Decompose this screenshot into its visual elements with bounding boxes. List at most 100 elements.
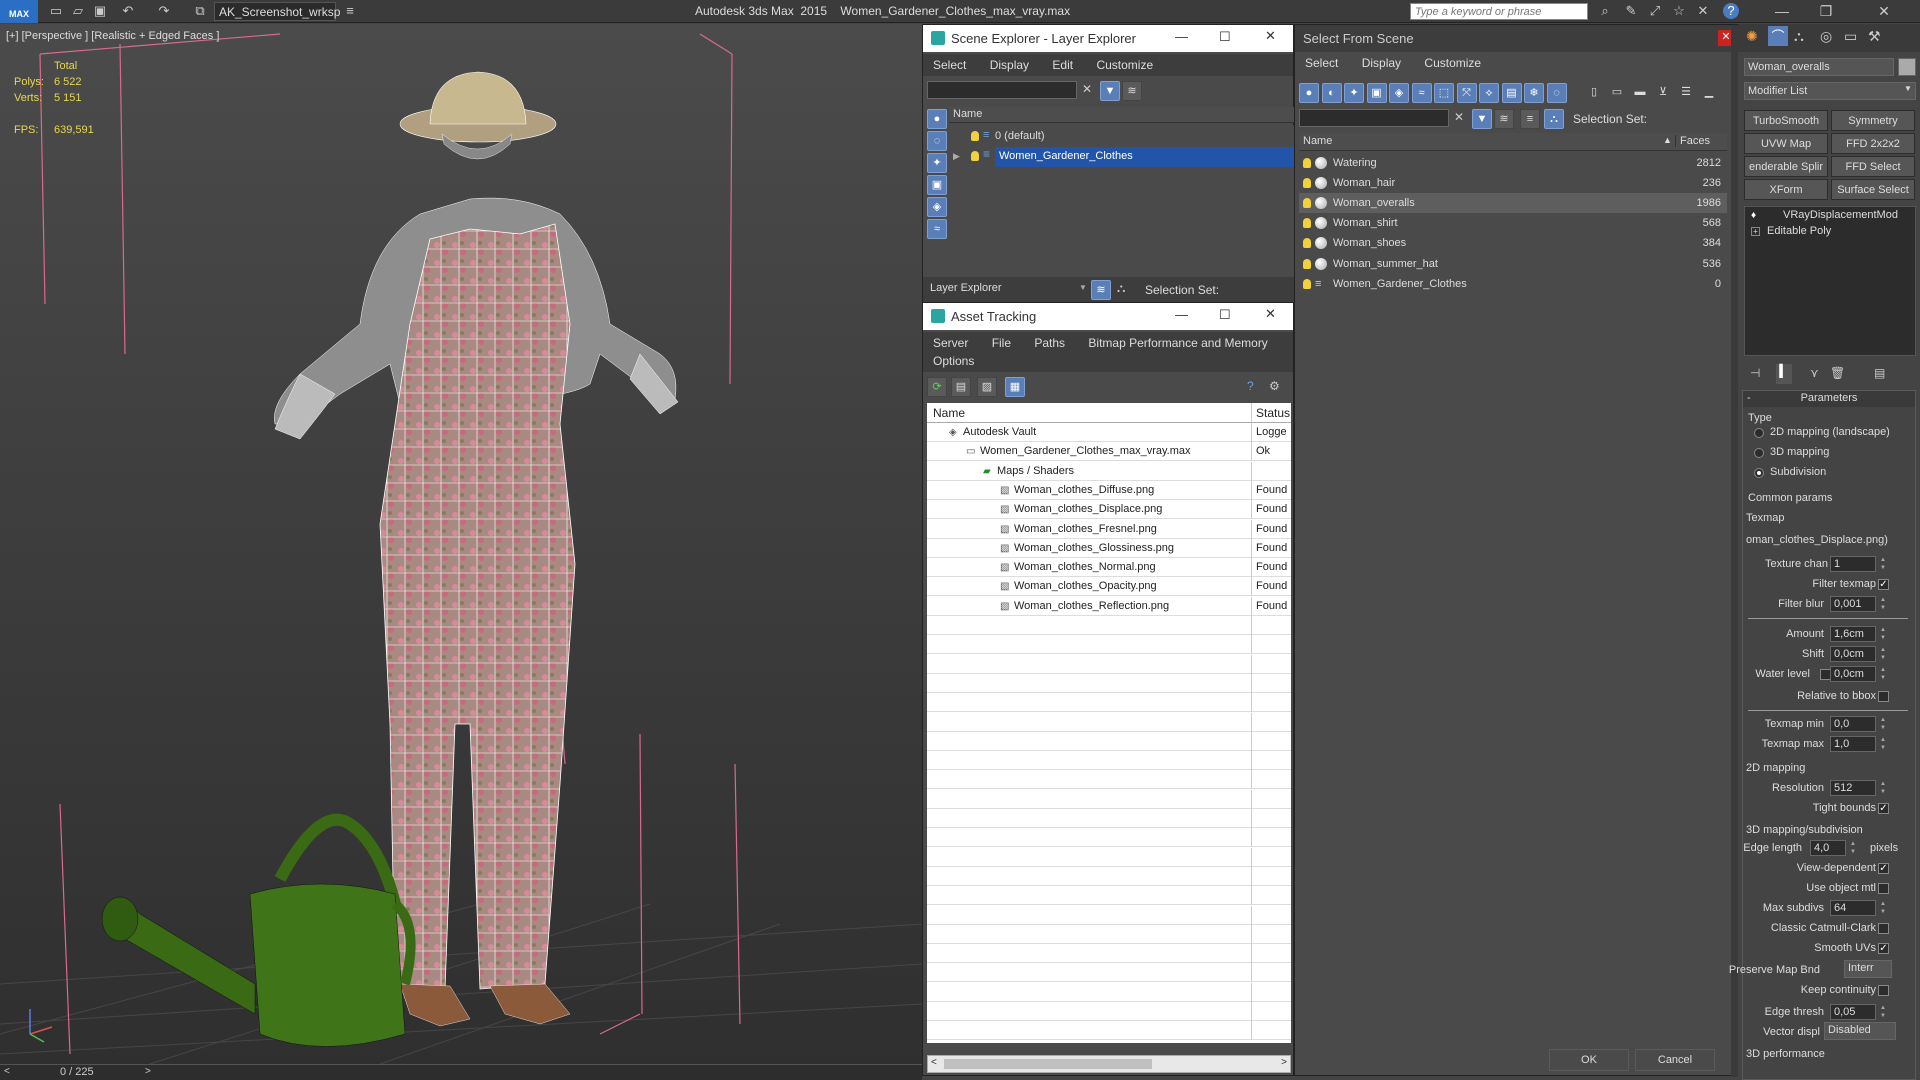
scene-object-row[interactable]: Woman_summer_hat 536 (1299, 254, 1727, 274)
object-name-field[interactable]: Woman_overalls (1744, 58, 1894, 76)
display-helpers-icon[interactable]: ◈ (927, 197, 947, 217)
scene-explorer-header[interactable]: Name (949, 107, 1294, 123)
invert-display-icon[interactable]: ▬ (1630, 83, 1650, 103)
scene-object-row[interactable]: Woman_hair 236 (1299, 173, 1727, 193)
menu-file[interactable]: File (982, 332, 1021, 354)
menu-customize[interactable]: Customize (1414, 52, 1491, 74)
app-logo[interactable]: MAX (0, 0, 38, 23)
light-bulb-icon[interactable] (1303, 258, 1311, 269)
menu-select[interactable]: Select (1295, 52, 1348, 74)
asset-col-name[interactable]: Name (927, 403, 1252, 423)
surface-select-button[interactable]: Surface Select (1831, 179, 1915, 200)
symmetry-button[interactable]: Symmetry (1831, 110, 1915, 131)
spinner-icon[interactable]: ▲ ▼ (1880, 900, 1888, 916)
spinner-icon[interactable]: ▲ ▼ (1880, 626, 1888, 642)
timeline-prev-icon[interactable]: < (4, 1066, 10, 1077)
menu-customize[interactable]: Customize (1086, 54, 1163, 76)
layer-options-icon[interactable]: ≋ (1122, 81, 1142, 101)
vector-displ-dropdown[interactable]: Disabled (1824, 1022, 1896, 1040)
pin-stack-icon[interactable]: ⊣ (1750, 366, 1760, 380)
close-icon[interactable]: ✕ (1265, 28, 1276, 44)
modify-tab-icon[interactable]: ⌒ (1768, 26, 1788, 46)
stack-item-vray-displacement[interactable]: ♦ VRayDisplacementMod (1745, 209, 1915, 225)
close-button[interactable]: ✕ (1848, 0, 1920, 23)
layer-row-women-gardener[interactable]: Women_Gardener_Clothes (995, 147, 1294, 167)
minimize-button[interactable]: — (1760, 0, 1804, 23)
spinner-icon[interactable]: ▲ ▼ (1880, 1004, 1888, 1020)
asset-row[interactable]: ▧ Woman_clothes_Reflection.png Found (927, 596, 1291, 616)
classic-cc-checkbox[interactable] (1878, 923, 1889, 934)
edge-length-field[interactable]: 4,0 (1810, 840, 1846, 856)
spinner-icon[interactable]: ▲ ▼ (1880, 556, 1888, 572)
new-file-icon[interactable]: ▭ (48, 3, 64, 19)
display-tab-icon[interactable]: ▭ (1844, 28, 1857, 45)
preserve-map-dropdown[interactable]: Interr (1844, 960, 1892, 978)
display-geometry-icon[interactable]: ● (1299, 83, 1319, 103)
display-containers-icon[interactable]: ▤ (1501, 83, 1522, 103)
display-spacewarps-icon[interactable]: ≈ (1411, 83, 1432, 103)
asset-row[interactable]: ▧ Woman_clothes_Glossiness.png Found (927, 538, 1291, 558)
connect-icon[interactable]: ⤢ (1647, 3, 1663, 19)
menu-paths[interactable]: Paths (1024, 332, 1075, 354)
display-all-icon[interactable]: ▯ (1584, 83, 1604, 103)
col-name[interactable]: Name (1303, 135, 1332, 147)
asset-row[interactable]: ▧ Woman_clothes_Displace.png Found (927, 500, 1291, 520)
viewport-label[interactable]: [+] [Perspective ] [Realistic + Edged Fa… (6, 30, 219, 42)
type-subdivision-radio[interactable] (1754, 468, 1764, 478)
hierarchy-icon[interactable]: ⛬ (1544, 109, 1564, 129)
display-spacewarps-icon[interactable]: ≈ (927, 219, 947, 239)
display-cameras-icon[interactable]: ▣ (927, 175, 947, 195)
display-hidden-icon[interactable]: ◌ (1546, 83, 1567, 103)
motion-tab-icon[interactable]: ◎ (1820, 28, 1832, 45)
remove-modifier-icon[interactable]: 🗑 (1830, 366, 1845, 380)
shift-field[interactable]: 0,0cm (1830, 646, 1876, 662)
cancel-button[interactable]: Cancel (1635, 1049, 1715, 1071)
use-object-mtl-checkbox[interactable] (1878, 883, 1889, 894)
binoculars-icon[interactable]: ⌕ (1597, 3, 1613, 19)
select-from-scene-title[interactable]: Select From Scene ✕ (1295, 25, 1737, 52)
light-bulb-icon[interactable] (971, 131, 979, 141)
tools-icon[interactable]: ✎ (1623, 3, 1639, 19)
asset-col-status[interactable]: Status (1252, 403, 1291, 423)
scene-object-row[interactable]: Woman_shirt 568 (1299, 213, 1727, 233)
spinner-icon[interactable]: ▲ ▼ (1880, 736, 1888, 752)
help-icon[interactable]: ? (1247, 379, 1254, 393)
scroll-right-icon[interactable]: > (1281, 1057, 1287, 1068)
undo-icon[interactable]: ↶ (120, 3, 136, 19)
display-lights-icon[interactable]: ✦ (1344, 83, 1364, 103)
spinner-icon[interactable]: ▲ ▼ (1880, 596, 1888, 612)
object-color-swatch[interactable] (1898, 58, 1916, 76)
texture-chan-field[interactable]: 1 (1830, 556, 1876, 572)
scene-object-row[interactable]: ≡ Women_Gardener_Clothes 0 (1299, 274, 1727, 294)
asset-hscroll[interactable]: < > (927, 1055, 1291, 1073)
menu-edit[interactable]: Edit (1042, 54, 1083, 76)
spinner-icon[interactable]: ▲ ▼ (1880, 646, 1888, 662)
max-subdivs-field[interactable]: 64 (1830, 900, 1876, 916)
stack-item-editable-poly[interactable]: + Editable Poly (1745, 225, 1915, 241)
make-unique-icon[interactable]: ⋎ (1810, 366, 1819, 380)
dropdown-arrow-icon[interactable]: ▼ (1079, 283, 1087, 292)
layer-options-icon[interactable]: ≋ (1494, 109, 1514, 129)
thumbnail-view-icon[interactable]: ▨ (977, 377, 997, 397)
light-bulb-icon[interactable] (1303, 158, 1311, 168)
select-search[interactable] (1299, 109, 1449, 127)
display-cameras-icon[interactable]: ▣ (1366, 83, 1387, 103)
menu-display[interactable]: Display (1352, 52, 1411, 74)
menu-bitmap-performance[interactable]: Bitmap Performance and Memory (1078, 332, 1277, 354)
open-file-icon[interactable]: ▱ (70, 3, 86, 19)
parameters-rollout-header[interactable]: - Parameters (1743, 391, 1915, 407)
spinner-icon[interactable]: ▲ ▼ (1880, 666, 1888, 682)
list-view-icon[interactable]: ▤ (951, 377, 971, 397)
display-xrefs-icon[interactable]: ⤧ (1456, 83, 1477, 103)
layer-explorer-icon[interactable]: ≡ (1520, 109, 1540, 129)
ffd-2x2x2-button[interactable]: FFD 2x2x2 (1831, 133, 1915, 154)
display-shapes-icon[interactable]: ◐ (1321, 83, 1342, 103)
sort-icon[interactable]: ☰ (1676, 83, 1696, 103)
expand-arrow-icon[interactable]: ▶ (953, 151, 960, 162)
menu-options[interactable]: Options (923, 354, 1293, 372)
display-none-icon[interactable]: ▭ (1607, 83, 1627, 103)
collapse-icon[interactable]: - (1747, 391, 1751, 406)
resolution-field[interactable]: 512 (1830, 780, 1876, 796)
display-frozen-icon[interactable]: ❄ (1524, 83, 1544, 103)
exchange-icon[interactable]: ✕ (1695, 3, 1711, 19)
